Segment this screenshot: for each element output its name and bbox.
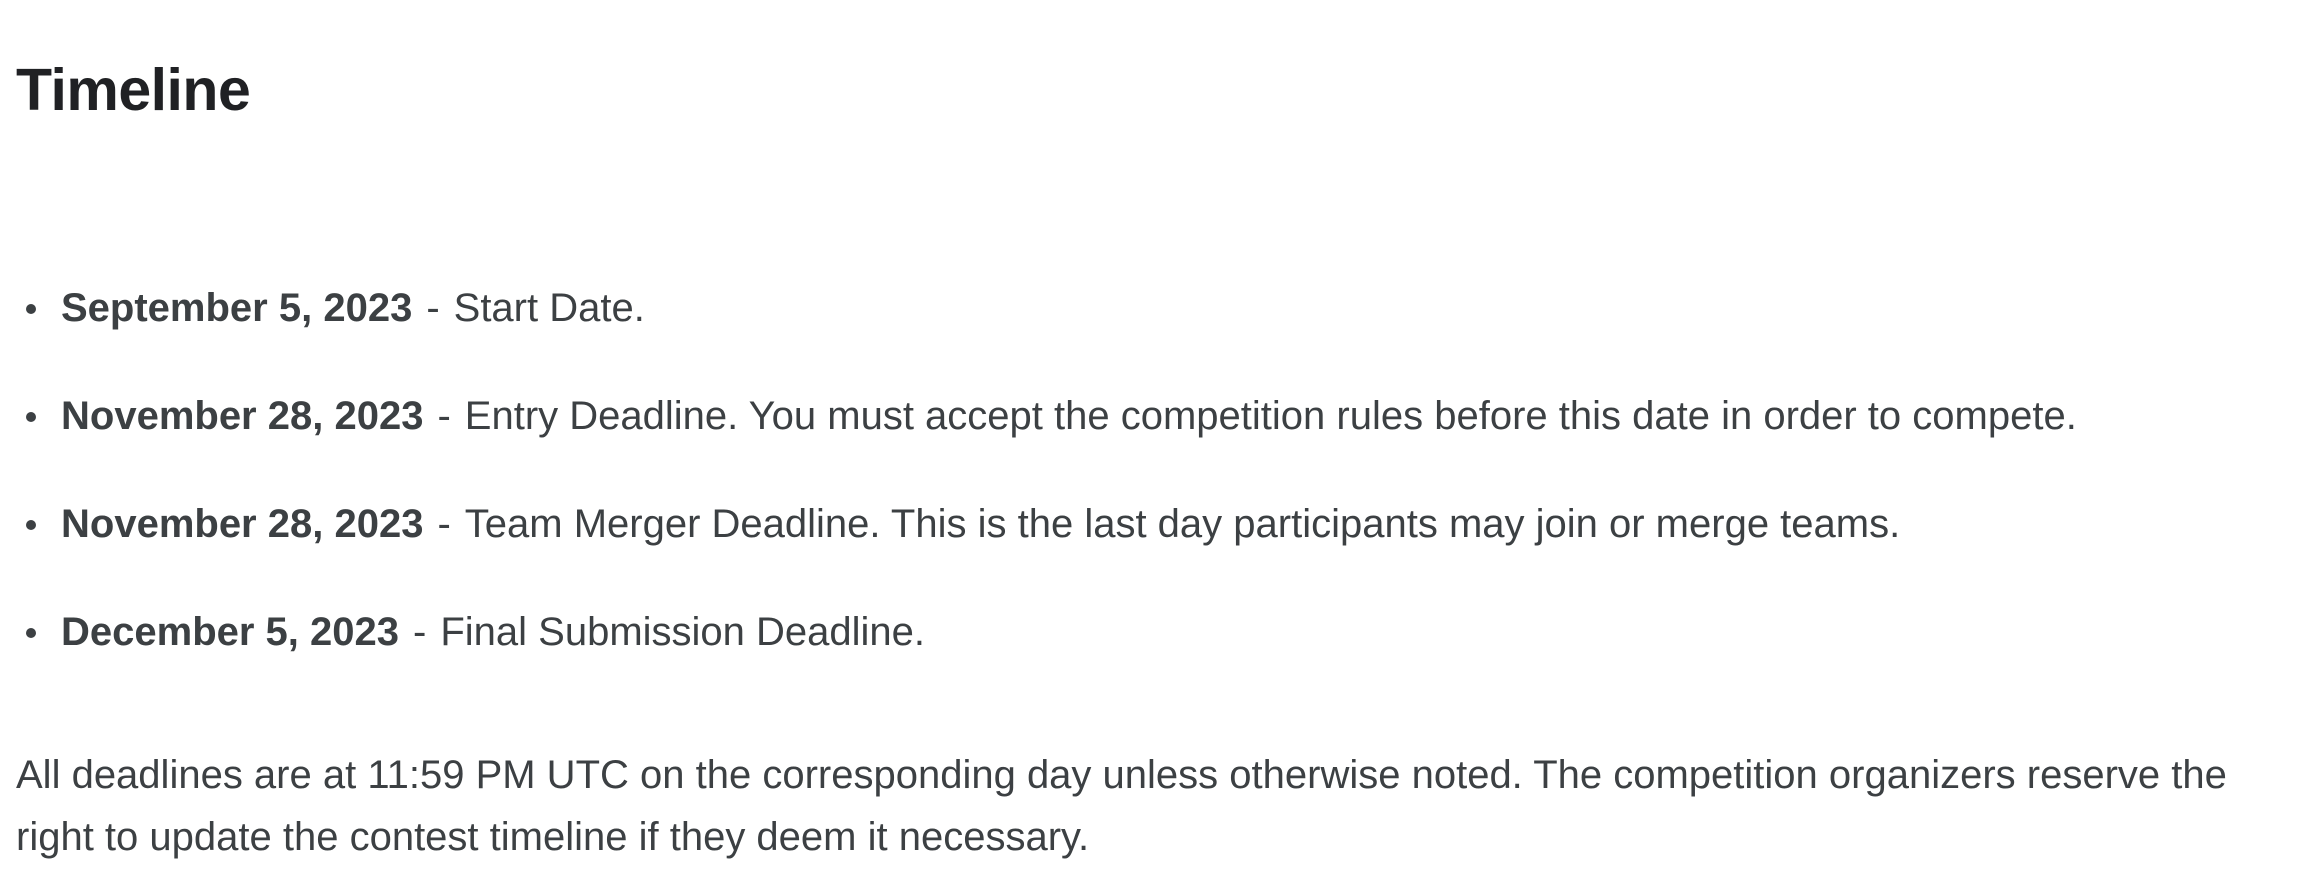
timeline-separator: - — [437, 502, 451, 546]
timeline-separator: - — [426, 286, 440, 330]
deadline-note: All deadlines are at 11:59 PM UTC on the… — [16, 753, 2227, 859]
timeline-date: November 28, 2023 — [61, 502, 424, 546]
timeline-item-final-submission-deadline: December 5, 2023- Final Submission Deadli… — [16, 604, 2266, 660]
timeline-item-start-date: September 5, 2023- Start Date. — [16, 280, 2266, 336]
timeline-list: September 5, 2023- Start Date. November 2… — [16, 280, 2266, 712]
bullet-icon — [26, 520, 36, 530]
timeline-item-team-merger-deadline: November 28, 2023- Team Merger Deadline. … — [16, 496, 2266, 552]
timeline-description: Team Merger Deadline. This is the last d… — [464, 502, 1901, 546]
timeline-date: November 28, 2023 — [61, 394, 424, 438]
timeline-separator: - — [437, 394, 451, 438]
page-title: Timeline — [16, 57, 251, 123]
timeline-description: Entry Deadline. You must accept the comp… — [464, 394, 2077, 438]
timeline-item-entry-deadline: November 28, 2023- Entry Deadline. You mu… — [16, 388, 2266, 444]
timeline-description: Start Date. — [453, 286, 645, 330]
bullet-icon — [26, 304, 36, 314]
bullet-icon — [26, 628, 36, 638]
timeline-description: Final Submission Deadline. — [440, 610, 926, 654]
timeline-date: December 5, 2023 — [61, 610, 400, 654]
timeline-date: September 5, 2023 — [61, 286, 413, 330]
timeline-separator: - — [413, 610, 427, 654]
bullet-icon — [26, 412, 36, 422]
timeline-section: Timeline September 5, 2023- Start Date. N… — [0, 0, 2310, 874]
